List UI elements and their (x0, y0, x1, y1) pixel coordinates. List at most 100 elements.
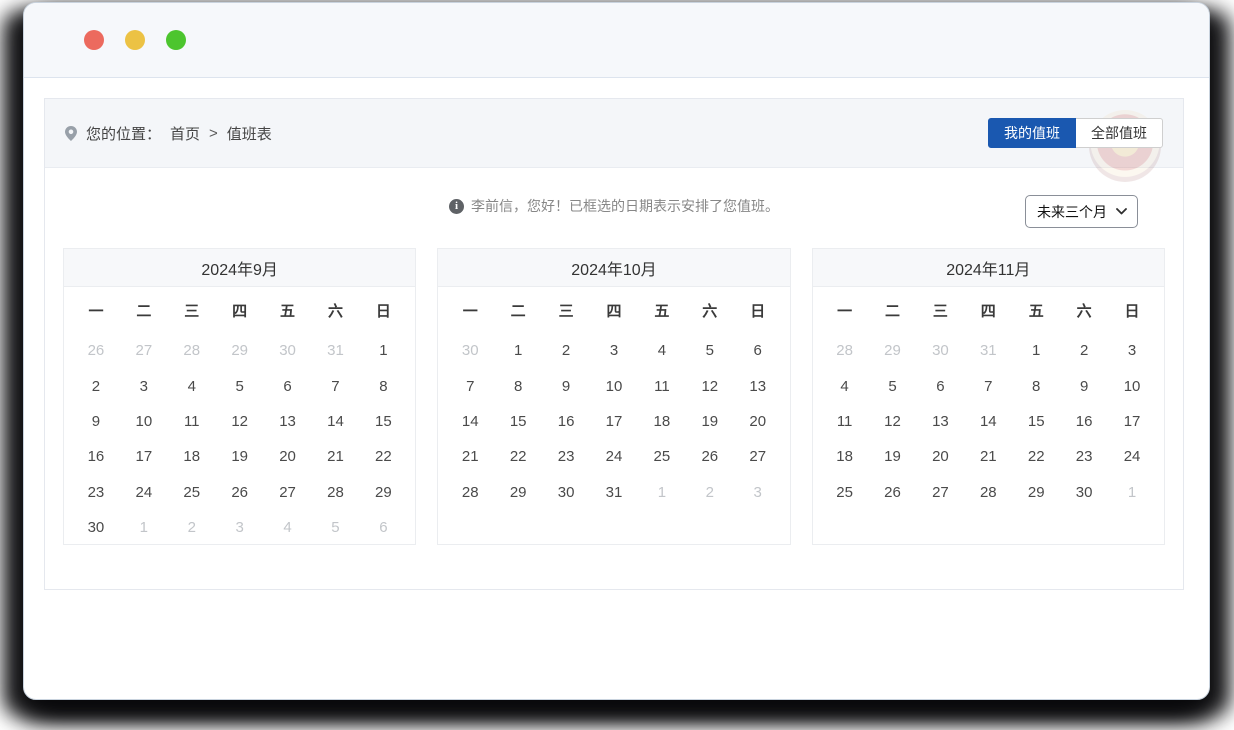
range-select[interactable]: 未来三个月 (1025, 195, 1138, 228)
calendar-day: 5 (216, 368, 264, 403)
weekday-label: 三 (168, 287, 216, 333)
breadcrumb-home-link[interactable]: 首页 (170, 123, 200, 144)
calendar-day: 25 (821, 475, 869, 510)
calendar-day: 1 (1012, 333, 1060, 368)
my-duty-button[interactable]: 我的值班 (988, 118, 1076, 148)
breadcrumb-bar: 您的位置： 首页 > 值班表 我的值班 全部值班 (45, 99, 1183, 168)
weekday-label: 二 (869, 287, 917, 333)
calendar-day: 15 (359, 404, 407, 439)
calendar-day: 6 (359, 510, 407, 545)
calendar-day: 26 (686, 439, 734, 474)
calendar-day: 9 (542, 368, 590, 403)
weekday-label: 二 (120, 287, 168, 333)
calendar-day: 29 (216, 333, 264, 368)
weekday-label: 三 (916, 287, 964, 333)
calendar-day: 16 (72, 439, 120, 474)
greeting-notice: i 李前信，您好！已框选的日期表示安排了您值班。 (449, 196, 779, 216)
minimize-button[interactable] (125, 30, 145, 50)
all-duty-button[interactable]: 全部值班 (1076, 118, 1163, 148)
calendar-day: 20 (734, 404, 782, 439)
calendar-day: 29 (494, 475, 542, 510)
breadcrumb-current: 值班表 (227, 123, 272, 144)
weekday-label: 五 (1012, 287, 1060, 333)
calendar-day: 4 (264, 510, 312, 545)
calendar-day: 17 (1108, 404, 1156, 439)
calendar-day: 8 (494, 368, 542, 403)
calendar-day: 19 (216, 439, 264, 474)
calendar-day: 21 (446, 439, 494, 474)
maximize-button[interactable] (166, 30, 186, 50)
calendar-day: 6 (916, 368, 964, 403)
calendar-day: 11 (638, 368, 686, 403)
calendar-day: 20 (264, 439, 312, 474)
calendar-day: 28 (964, 475, 1012, 510)
weekday-label: 一 (72, 287, 120, 333)
weekday-label: 一 (821, 287, 869, 333)
calendar-day: 14 (312, 404, 360, 439)
range-select-value: 未来三个月 (1037, 202, 1107, 222)
calendar-day: 12 (686, 368, 734, 403)
calendar-day: 10 (590, 368, 638, 403)
duty-schedule-panel: 您的位置： 首页 > 值班表 我的值班 全部值班 i 李前信，您好！已框选的日期… (44, 98, 1184, 590)
calendar-day: 28 (312, 475, 360, 510)
calendar-day: 14 (446, 404, 494, 439)
calendar-day: 17 (120, 439, 168, 474)
calendar-day: 5 (686, 333, 734, 368)
calendar-day: 31 (964, 333, 1012, 368)
calendar-day: 9 (72, 404, 120, 439)
calendar-day: 1 (359, 333, 407, 368)
calendar-day: 25 (638, 439, 686, 474)
calendar-day: 27 (734, 439, 782, 474)
calendar-day: 4 (821, 368, 869, 403)
calendar-day: 7 (446, 368, 494, 403)
breadcrumb-separator: > (209, 125, 218, 142)
weekday-label: 六 (312, 287, 360, 333)
calendar-day: 3 (734, 475, 782, 510)
notice-row: i 李前信，您好！已框选的日期表示安排了您值班。 未来三个月 (45, 195, 1183, 229)
calendar-day: 28 (168, 333, 216, 368)
calendar-day: 15 (494, 404, 542, 439)
weekday-label: 四 (964, 287, 1012, 333)
weekday-label: 日 (1108, 287, 1156, 333)
calendar-day: 2 (1060, 333, 1108, 368)
calendar-day: 28 (821, 333, 869, 368)
browser-window: 您的位置： 首页 > 值班表 我的值班 全部值班 i 李前信，您好！已框选的日期… (23, 2, 1210, 700)
calendar-day: 2 (168, 510, 216, 545)
calendar-day: 14 (964, 404, 1012, 439)
calendar-day: 19 (869, 439, 917, 474)
weekday-label: 六 (1060, 287, 1108, 333)
calendar-day: 18 (821, 439, 869, 474)
weekday-label: 日 (734, 287, 782, 333)
calendar-month-title: 2024年9月 (64, 249, 415, 287)
calendar-day: 8 (1012, 368, 1060, 403)
calendar-month-title: 2024年10月 (438, 249, 789, 287)
calendar-day: 24 (120, 475, 168, 510)
calendar-day: 31 (590, 475, 638, 510)
calendar-day: 16 (1060, 404, 1108, 439)
calendar-day: 9 (1060, 368, 1108, 403)
calendar-day: 20 (916, 439, 964, 474)
calendar-day: 1 (1108, 475, 1156, 510)
calendar-day: 26 (869, 475, 917, 510)
calendar-grid: 一二三四五六日282930311234567891011121314151617… (813, 287, 1164, 510)
calendar-day: 11 (168, 404, 216, 439)
calendar-day: 6 (264, 368, 312, 403)
calendar-day: 10 (120, 404, 168, 439)
calendar-month-title: 2024年11月 (813, 249, 1164, 287)
weekday-label: 一 (446, 287, 494, 333)
location-pin-icon (65, 126, 77, 141)
weekday-label: 四 (590, 287, 638, 333)
calendar-day: 2 (686, 475, 734, 510)
calendar-day: 8 (359, 368, 407, 403)
close-button[interactable] (84, 30, 104, 50)
calendar-day: 24 (590, 439, 638, 474)
calendar-day: 22 (359, 439, 407, 474)
calendar-day: 15 (1012, 404, 1060, 439)
chevron-down-icon (1116, 208, 1127, 215)
calendar-day: 17 (590, 404, 638, 439)
calendar-day: 30 (1060, 475, 1108, 510)
calendar-day: 31 (312, 333, 360, 368)
calendar-day: 25 (168, 475, 216, 510)
weekday-label: 六 (686, 287, 734, 333)
calendar-day: 10 (1108, 368, 1156, 403)
